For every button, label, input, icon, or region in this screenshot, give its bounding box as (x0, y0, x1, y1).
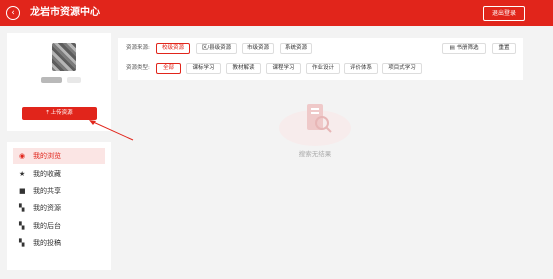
type-option-all[interactable]: 全部 (156, 63, 181, 74)
type-option-homework[interactable]: 作业设计 (306, 63, 340, 74)
sidebar-item-label: 我的收藏 (33, 170, 61, 178)
upload-resource-label: 上传资源 (50, 110, 73, 116)
sidebar-item-label: 我的后台 (33, 222, 61, 230)
top-bar: ‹ 龙岩市资源中心 退出登录 (0, 0, 553, 26)
sidebar-item-submissions[interactable]: ▚ 我的投稿 (13, 235, 105, 251)
sidebar-menu: ◉ 我的浏览 ★ 我的收藏 ■ 我的共享 ▚ 我的资源 ▚ 我的后台 ▚ 我的投… (7, 142, 111, 270)
book-filter-label: 书册筛选 (456, 45, 479, 51)
grid-icon: ▚ (19, 222, 25, 230)
type-option-course[interactable]: 课程学习 (266, 63, 301, 74)
sidebar-item-label: 我的浏览 (33, 152, 61, 160)
upload-icon: ⤒ (46, 110, 49, 116)
empty-result-text: 搜索无结果 (298, 150, 332, 158)
filter-panel: 资源来源: 校级资源 区/县级资源 市级资源 系统资源 ▤ 书册筛选 重置 资源… (118, 38, 523, 80)
grid-icon: ▚ (19, 239, 25, 247)
source-option-city[interactable]: 市级资源 (242, 43, 274, 54)
sidebar-item-resources[interactable]: ▚ 我的资源 (13, 200, 105, 216)
filter-icon: ▤ (449, 45, 455, 51)
logout-button[interactable]: 退出登录 (483, 6, 525, 21)
source-option-system[interactable]: 系统资源 (280, 43, 312, 54)
empty-result-illustration (279, 104, 351, 146)
user-name (41, 77, 62, 83)
back-button[interactable]: ‹ (6, 6, 20, 20)
sidebar-item-browse[interactable]: ◉ 我的浏览 (13, 148, 105, 164)
star-icon: ★ (19, 170, 26, 178)
chevron-left-icon: ‹ (11, 8, 15, 18)
page-title: 龙岩市资源中心 (30, 7, 100, 18)
sidebar-item-label: 我的投稿 (33, 239, 61, 247)
type-option-curriculum[interactable]: 课标学习 (186, 63, 221, 74)
type-filter-label: 资源类型: (126, 65, 150, 71)
source-filter-label: 资源来源: (126, 45, 150, 51)
type-option-textbook[interactable]: 教材解读 (226, 63, 261, 74)
sidebar-item-shared[interactable]: ■ 我的共享 (13, 183, 105, 199)
annotation-arrow (89, 120, 134, 141)
sidebar-item-label: 我的资源 (33, 204, 61, 212)
eye-icon: ◉ (19, 152, 26, 160)
book-filter-button[interactable]: ▤ 书册筛选 (442, 43, 486, 54)
sidebar-item-favorites[interactable]: ★ 我的收藏 (13, 166, 105, 182)
sidebar-item-backend[interactable]: ▚ 我的后台 (13, 218, 105, 234)
grid-icon: ▚ (19, 204, 25, 212)
type-option-project[interactable]: 项目式学习 (382, 63, 422, 74)
avatar (52, 43, 76, 71)
type-option-evaluation[interactable]: 评价体系 (344, 63, 378, 74)
user-role (67, 77, 81, 83)
share-icon: ■ (19, 187, 26, 195)
source-option-school[interactable]: 校级资源 (156, 43, 190, 54)
source-option-district[interactable]: 区/县级资源 (196, 43, 237, 54)
sidebar-item-label: 我的共享 (33, 187, 61, 195)
reset-button[interactable]: 重置 (492, 43, 516, 54)
